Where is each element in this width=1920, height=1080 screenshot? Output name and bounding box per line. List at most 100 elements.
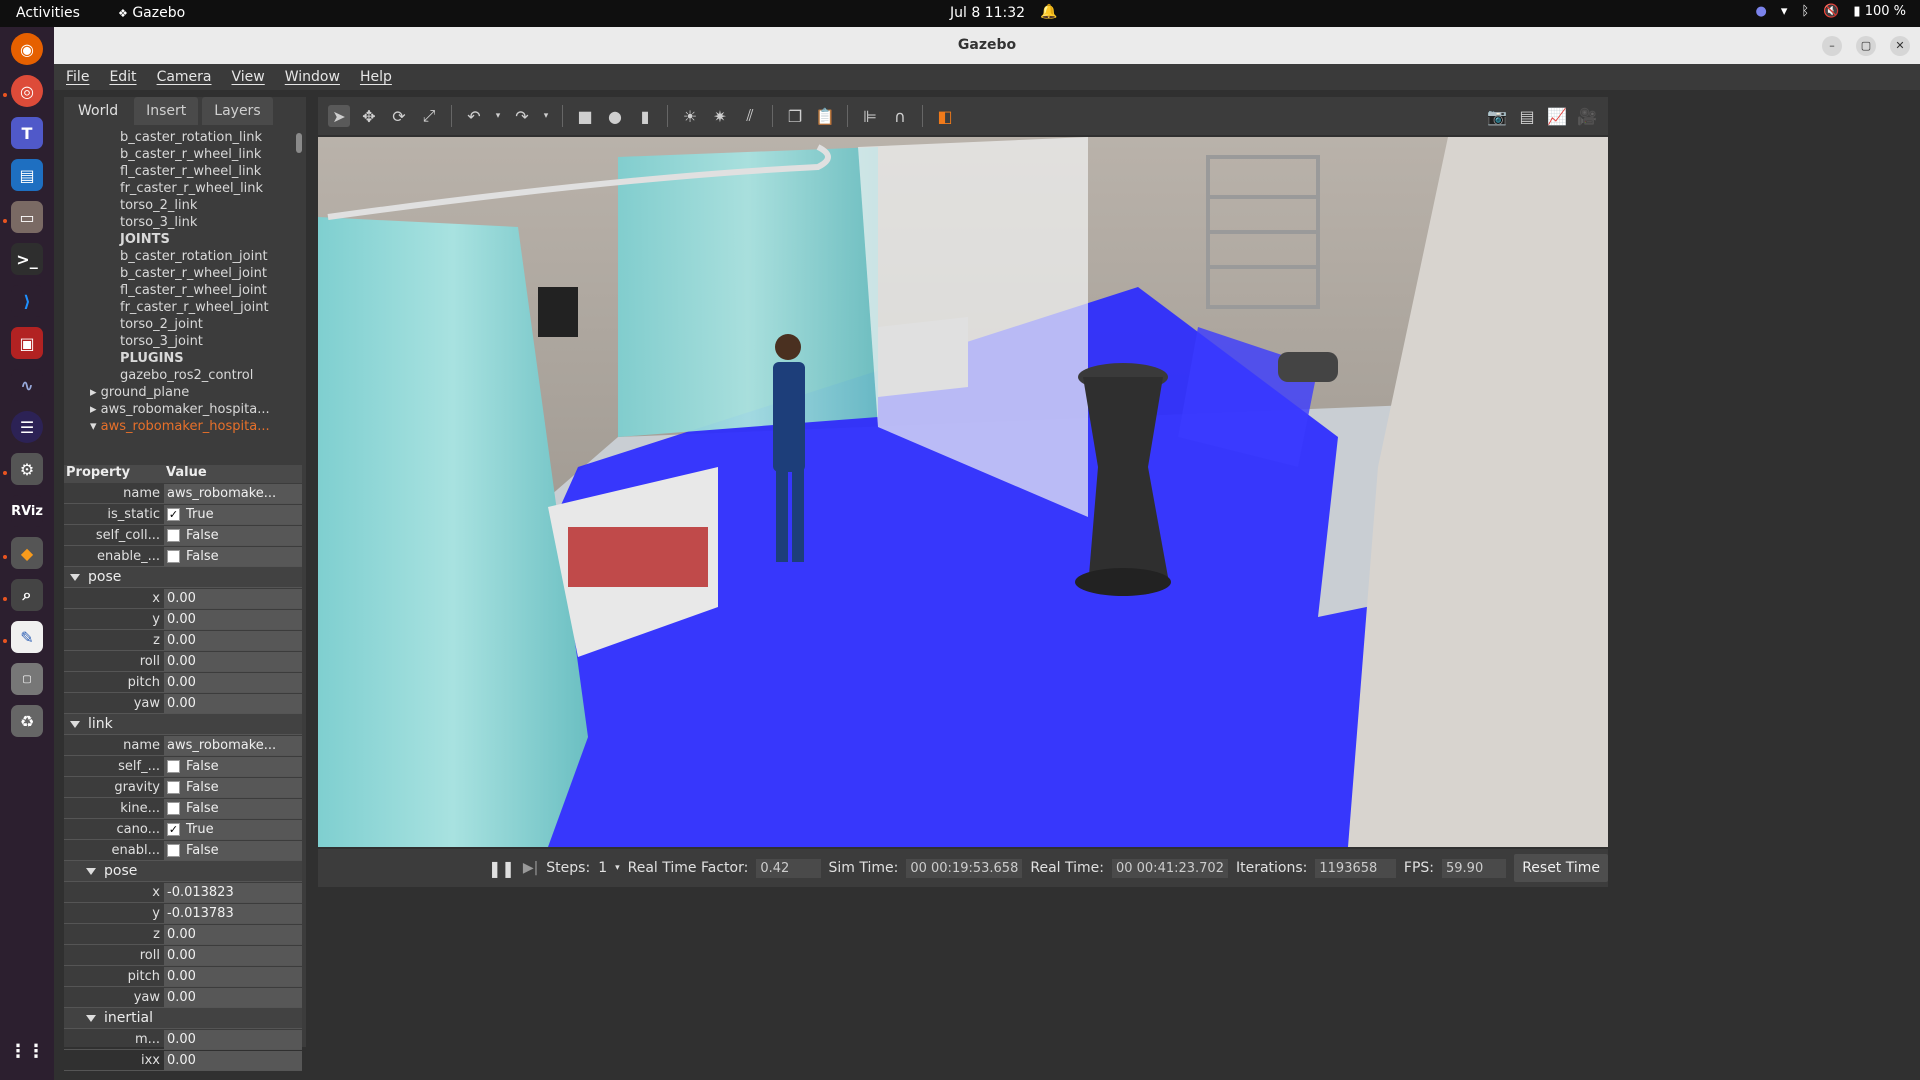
log-icon[interactable]: ▤ (1516, 105, 1538, 127)
translate-mode-icon[interactable]: ✥ (358, 105, 380, 127)
property-value-field[interactable]: 0.00 (164, 651, 302, 671)
collapse-icon[interactable] (70, 573, 80, 581)
redo-icon[interactable]: ↷ (511, 105, 533, 127)
view-angle-icon[interactable]: ◧ (934, 105, 956, 127)
property-value-field[interactable]: 0.00 (164, 945, 302, 965)
property-value-field[interactable]: 0.00 (164, 609, 302, 629)
align-icon[interactable]: ⊫ (859, 105, 881, 127)
property-value-field[interactable]: 0.00 (164, 1029, 302, 1049)
screenshot-icon[interactable]: 📷 (1486, 105, 1508, 127)
checkbox-icon[interactable] (167, 549, 180, 563)
tree-item[interactable]: b_caster_rotation_joint (64, 248, 300, 265)
property-value-field[interactable]: -0.013823 (164, 882, 302, 902)
eclipse-icon[interactable]: ☰ (11, 411, 43, 443)
redo-history-icon[interactable]: ▾ (541, 105, 551, 127)
chrome-icon[interactable]: ◎ (11, 75, 43, 107)
tree-item[interactable]: b_caster_r_wheel_link (64, 146, 300, 163)
text-editor-icon[interactable]: ✎ (11, 621, 43, 653)
property-checkbox-field[interactable]: False (164, 756, 302, 776)
settings-icon[interactable]: ⚙ (11, 453, 43, 485)
terminal-icon[interactable]: >_ (11, 243, 43, 275)
tree-item[interactable]: ▾ aws_robomaker_hospita... (64, 418, 300, 434)
pause-icon[interactable]: ❚❚ (488, 859, 515, 878)
property-value-field[interactable]: 0.00 (164, 1050, 302, 1070)
snap-icon[interactable]: ∩ (889, 105, 911, 127)
menu-view[interactable]: View (232, 69, 265, 85)
tree-item[interactable]: b_caster_rotation_link (64, 129, 300, 146)
3d-viewport[interactable] (318, 137, 1608, 847)
red-app-icon[interactable]: ▣ (11, 327, 43, 359)
box-shape-icon[interactable]: ■ (574, 105, 596, 127)
gazebo-icon[interactable]: ◆ (11, 537, 43, 569)
video-record-icon[interactable]: 🎥 (1576, 105, 1598, 127)
step-icon[interactable]: ▶| (523, 860, 538, 876)
tree-item[interactable]: fl_caster_r_wheel_link (64, 163, 300, 180)
system-monitor-icon[interactable]: ∿ (11, 369, 43, 401)
rviz-icon[interactable]: RViz (11, 495, 43, 527)
property-section-pose[interactable]: pose (64, 567, 302, 588)
collapse-icon[interactable] (86, 867, 96, 875)
property-value-field[interactable]: aws_robomake... (164, 735, 302, 755)
paste-icon[interactable]: 📋 (814, 105, 836, 127)
point-light-icon[interactable]: ☀ (679, 105, 701, 127)
tree-item[interactable]: torso_2_link (64, 197, 300, 214)
menu-edit[interactable]: Edit (109, 69, 136, 85)
tree-item[interactable]: torso_3_link (64, 214, 300, 231)
steps-dropdown-icon[interactable]: ▾ (615, 863, 620, 873)
expand-down-icon[interactable]: ▾ (90, 419, 101, 434)
spot-light-icon[interactable]: ✷ (709, 105, 731, 127)
property-value-field[interactable]: 0.00 (164, 966, 302, 986)
property-checkbox-field[interactable]: False (164, 840, 302, 860)
property-value-field[interactable]: 0.00 (164, 987, 302, 1007)
show-apps-icon[interactable]: ⋮⋮ (9, 1035, 45, 1067)
teams-tray-icon[interactable]: ● (1756, 4, 1767, 19)
plot-icon[interactable]: 📈 (1546, 105, 1568, 127)
copy-icon[interactable]: ❐ (784, 105, 806, 127)
tree-item[interactable]: ▸ ground_plane (64, 384, 300, 401)
menu-file[interactable]: File (66, 69, 89, 85)
checkbox-icon[interactable] (167, 759, 180, 773)
writer-icon[interactable]: ▤ (11, 159, 43, 191)
steps-value[interactable]: 1 (598, 860, 607, 876)
cylinder-shape-icon[interactable]: ▮ (634, 105, 656, 127)
property-value-field[interactable]: -0.013783 (164, 903, 302, 923)
clock[interactable]: Jul 8 11:32 (950, 5, 1025, 21)
rotate-mode-icon[interactable]: ⟳ (388, 105, 410, 127)
menu-camera[interactable]: Camera (157, 69, 212, 85)
property-section-pose[interactable]: pose (64, 861, 302, 882)
minimize-icon[interactable]: – (1822, 36, 1842, 56)
activities-button[interactable]: Activities (16, 5, 80, 21)
wifi-icon[interactable]: ▾ (1781, 4, 1788, 19)
checkbox-checked-icon[interactable]: ✓ (167, 507, 180, 521)
disk-icon[interactable]: ▢ (11, 663, 43, 695)
property-checkbox-field[interactable]: False (164, 777, 302, 797)
firefox-icon[interactable]: ◉ (11, 33, 43, 65)
expand-right-icon[interactable]: ▸ (90, 385, 101, 400)
menu-help[interactable]: Help (360, 69, 392, 85)
files-icon[interactable]: ▭ (11, 201, 43, 233)
collapse-icon[interactable] (86, 1014, 96, 1022)
property-section-link[interactable]: link (64, 714, 302, 735)
close-icon[interactable]: ✕ (1890, 36, 1910, 56)
property-value-field[interactable]: aws_robomake... (164, 483, 302, 503)
search-app-icon[interactable]: ⌕ (11, 579, 43, 611)
scale-mode-icon[interactable]: ⤢ (418, 105, 440, 127)
property-checkbox-field[interactable]: ✓ True (164, 819, 302, 839)
property-value-field[interactable]: 0.00 (164, 588, 302, 608)
tree-section-header[interactable]: PLUGINS (64, 350, 300, 367)
window-titlebar[interactable]: Gazebo – ▢ ✕ (54, 27, 1920, 64)
tree-item[interactable]: fr_caster_r_wheel_joint (64, 299, 300, 316)
property-checkbox-field[interactable]: False (164, 798, 302, 818)
tab-world[interactable]: World (66, 97, 131, 125)
tab-insert[interactable]: Insert (134, 97, 199, 125)
tab-layers[interactable]: Layers (202, 97, 273, 125)
checkbox-icon[interactable] (167, 801, 180, 815)
tree-item[interactable]: gazebo_ros2_control (64, 367, 300, 384)
property-value-field[interactable]: 0.00 (164, 693, 302, 713)
tree-item[interactable]: fl_caster_r_wheel_joint (64, 282, 300, 299)
undo-icon[interactable]: ↶ (463, 105, 485, 127)
checkbox-checked-icon[interactable]: ✓ (167, 822, 180, 836)
collapse-icon[interactable] (70, 720, 80, 728)
checkbox-icon[interactable] (167, 780, 180, 794)
tree-section-header[interactable]: JOINTS (64, 231, 300, 248)
